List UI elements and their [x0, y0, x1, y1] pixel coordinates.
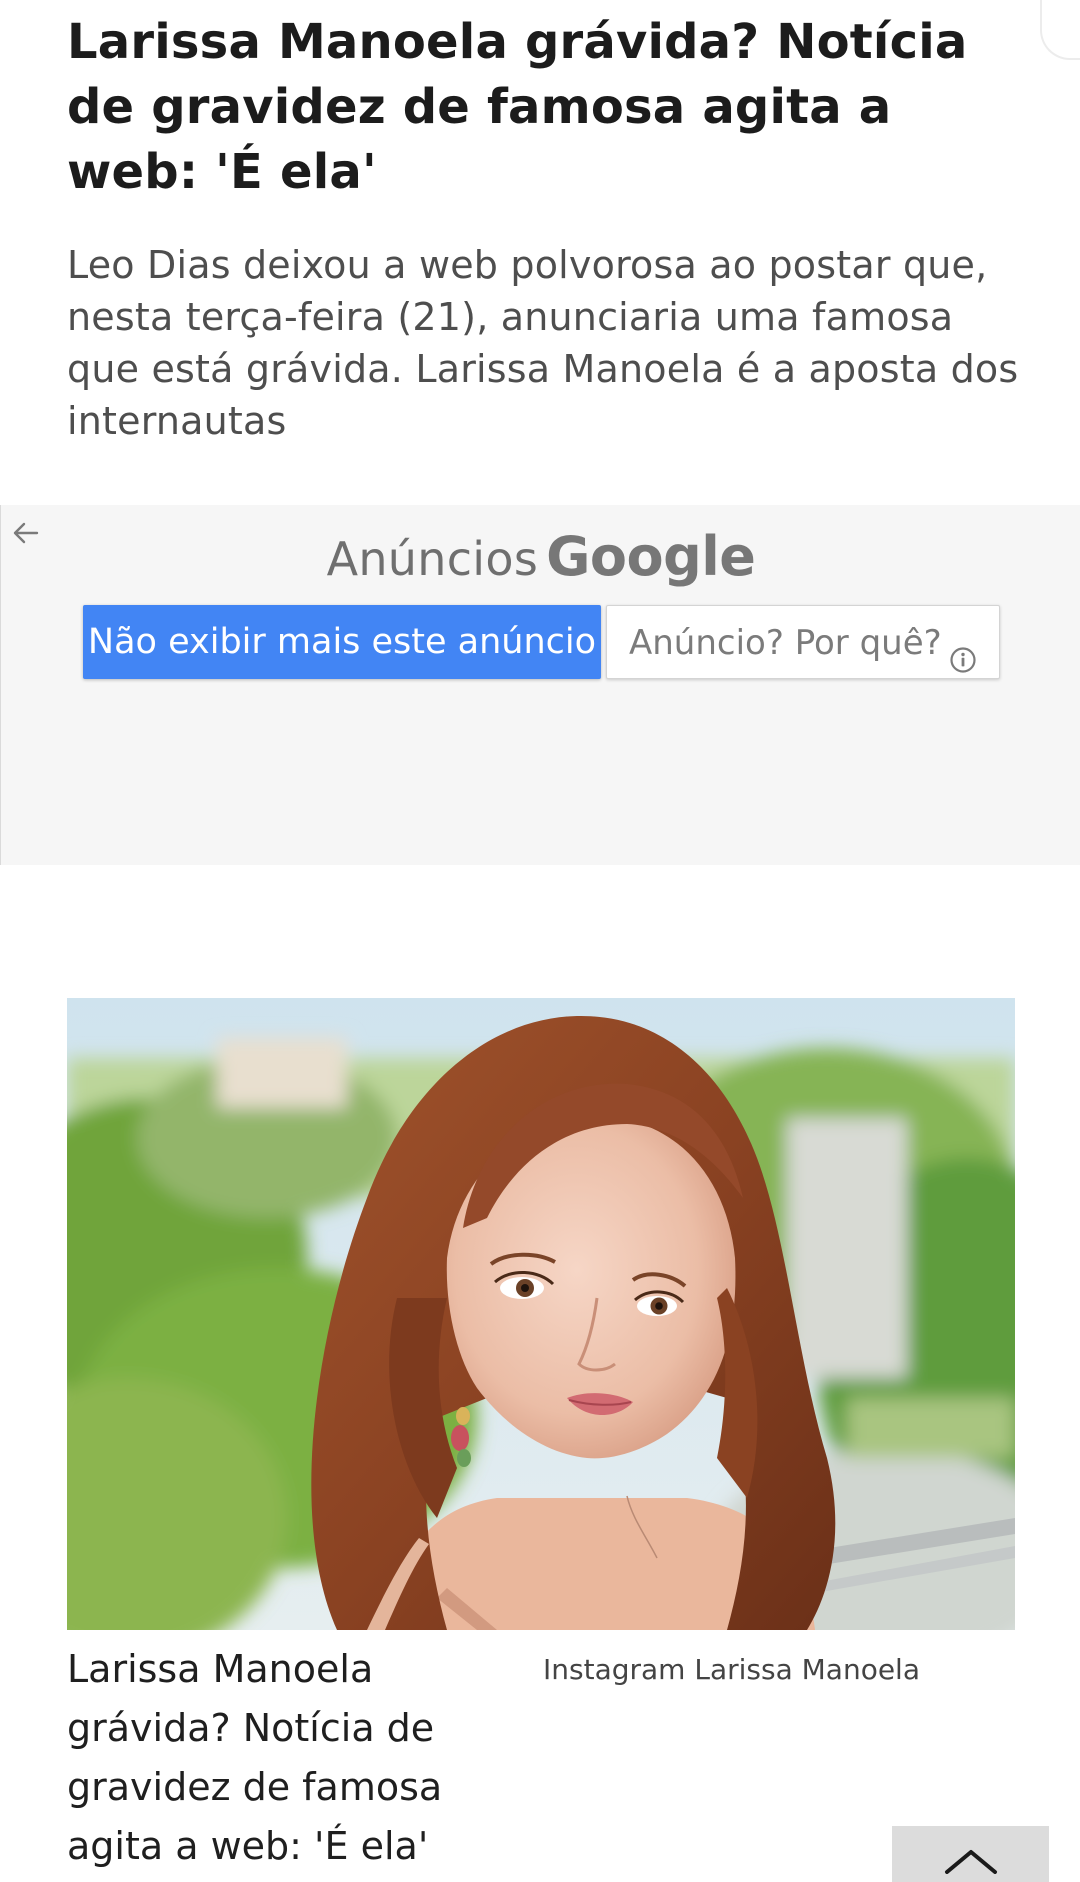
article-subtitle: Leo Dias deixou a web polvorosa ao posta…	[67, 243, 1019, 443]
stop-ad-button[interactable]: Não exibir mais este anúncio	[83, 605, 601, 679]
why-this-ad-button[interactable]: Anúncio? Por quê?	[606, 605, 1000, 679]
photo-credit: Instagram Larissa Manoela	[543, 1653, 920, 1686]
ad-heading-label: Anúncios	[326, 532, 539, 586]
info-circle-icon	[948, 627, 978, 673]
ad-panel: Anúncios Google Não exibir mais este anún…	[0, 505, 1080, 865]
scroll-to-top-button[interactable]	[892, 1826, 1049, 1882]
photo-caption: Larissa Manoela grávida? Notícia de grav…	[67, 1647, 443, 1868]
corner-decoration	[1040, 0, 1080, 60]
article-photo	[67, 998, 1015, 1630]
why-this-ad-label: Anúncio? Por quê?	[629, 623, 942, 663]
google-logo: Google	[546, 525, 756, 588]
ad-heading: Anúncios Google	[1, 525, 1080, 588]
article-title: Larissa Manoela grávida? Notícia de grav…	[67, 14, 968, 200]
chevron-up-icon	[945, 1850, 997, 1874]
